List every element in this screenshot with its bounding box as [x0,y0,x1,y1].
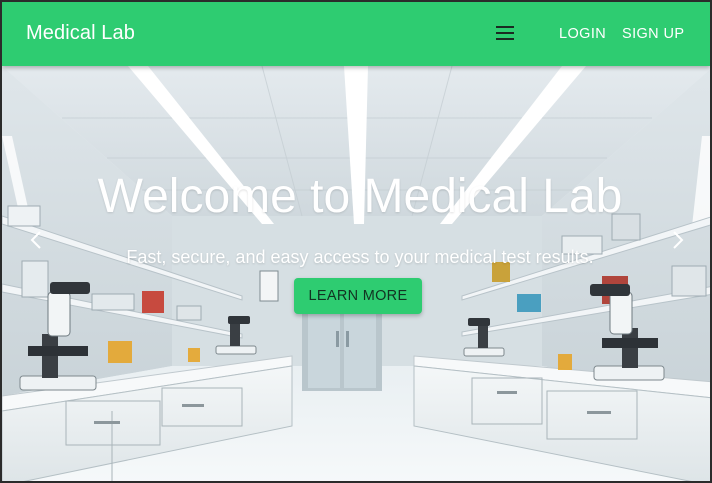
hero-carousel: Welcome to Medical Lab Fast, secure, and… [2,66,710,481]
hamburger-menu-icon[interactable] [496,26,514,40]
chevron-right-icon[interactable] [666,229,688,251]
hero-subtitle: Fast, secure, and easy access to your me… [126,247,594,267]
signup-link[interactable]: SIGN UP [622,26,684,42]
brand-logo-text[interactable]: Medical Lab [26,22,135,45]
top-navbar: Medical Lab LOGIN SIGN UP [2,2,710,66]
app-window: Medical Lab LOGIN SIGN UP Welcome to Med… [0,0,712,483]
lab-background-image [2,66,710,481]
login-link[interactable]: LOGIN [559,26,606,42]
chevron-left-icon[interactable] [26,229,48,251]
learn-more-button[interactable]: LEARN MORE [294,278,422,314]
hero-title: Welcome to Medical Lab [97,170,623,223]
